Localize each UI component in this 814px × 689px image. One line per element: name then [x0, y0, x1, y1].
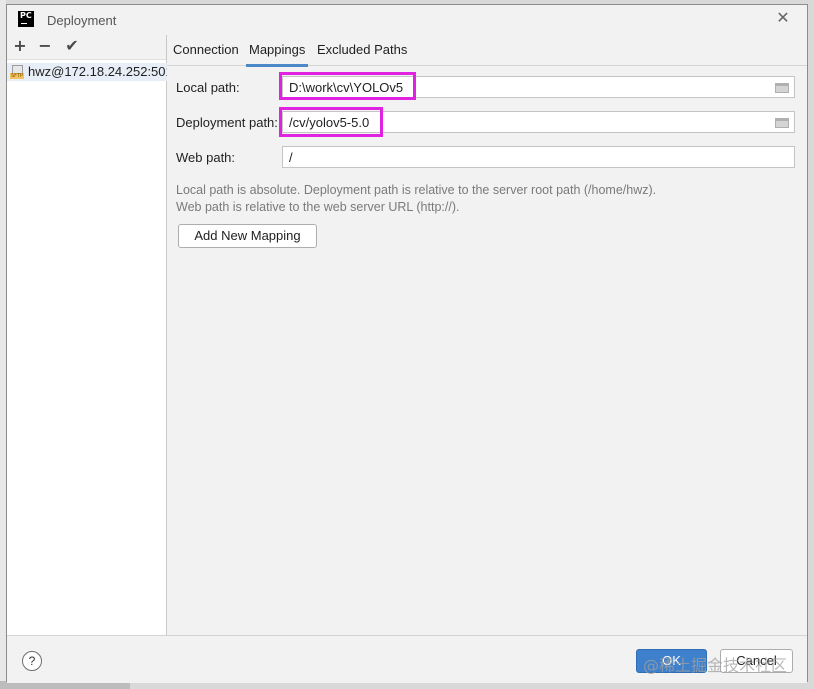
local-path-highlight-box	[279, 72, 416, 100]
close-icon[interactable]: ✕	[775, 11, 791, 27]
set-default-check-button[interactable]: ✔	[63, 37, 81, 55]
remove-server-button[interactable]: −	[36, 37, 54, 55]
pycharm-app-icon: PC	[18, 11, 34, 27]
web-path-field[interactable]: /	[282, 146, 795, 168]
web-path-label: Web path:	[176, 150, 236, 165]
dialog-title: Deployment	[47, 13, 117, 28]
local-path-label: Local path:	[176, 80, 240, 95]
sftp-server-icon: SFTP	[10, 65, 25, 79]
deployment-path-highlight-box	[279, 107, 383, 137]
server-list-toolbar: + − ✔	[7, 35, 166, 60]
title-bar: PC Deployment ✕	[7, 5, 807, 35]
tab-mappings[interactable]: Mappings	[245, 42, 309, 67]
server-list-panel: + − ✔ SFTP hwz@172.18.24.252:5014	[7, 35, 167, 663]
path-hint-line-1: Local path is absolute. Deployment path …	[176, 183, 657, 197]
browse-folder-icon[interactable]	[775, 117, 789, 128]
browse-folder-icon[interactable]	[775, 82, 789, 93]
web-path-value: /	[289, 150, 293, 165]
deployment-dialog: PC Deployment ✕ + − ✔ SFTP hwz@172.18.24…	[6, 4, 808, 683]
mappings-panel: Local path: D:\work\cv\YOLOv5 Deployment…	[167, 65, 807, 635]
dialog-footer: ? OK Cancel @稀土掘金技术社区	[7, 635, 807, 683]
cancel-button[interactable]: Cancel	[720, 649, 793, 673]
tab-connection[interactable]: Connection	[173, 42, 239, 57]
add-new-mapping-button[interactable]: Add New Mapping	[178, 224, 317, 248]
server-label: hwz@172.18.24.252:5014	[28, 64, 167, 79]
path-hint-line-2: Web path is relative to the web server U…	[176, 200, 460, 214]
help-icon[interactable]: ?	[22, 651, 42, 671]
tab-excluded-paths[interactable]: Excluded Paths	[317, 42, 407, 57]
tab-bar: Connection Mappings Excluded Paths	[167, 35, 807, 67]
add-server-button[interactable]: +	[11, 37, 29, 55]
server-list-item[interactable]: SFTP hwz@172.18.24.252:5014	[7, 63, 167, 81]
ok-button[interactable]: OK	[636, 649, 707, 673]
deployment-path-label: Deployment path:	[176, 115, 278, 130]
